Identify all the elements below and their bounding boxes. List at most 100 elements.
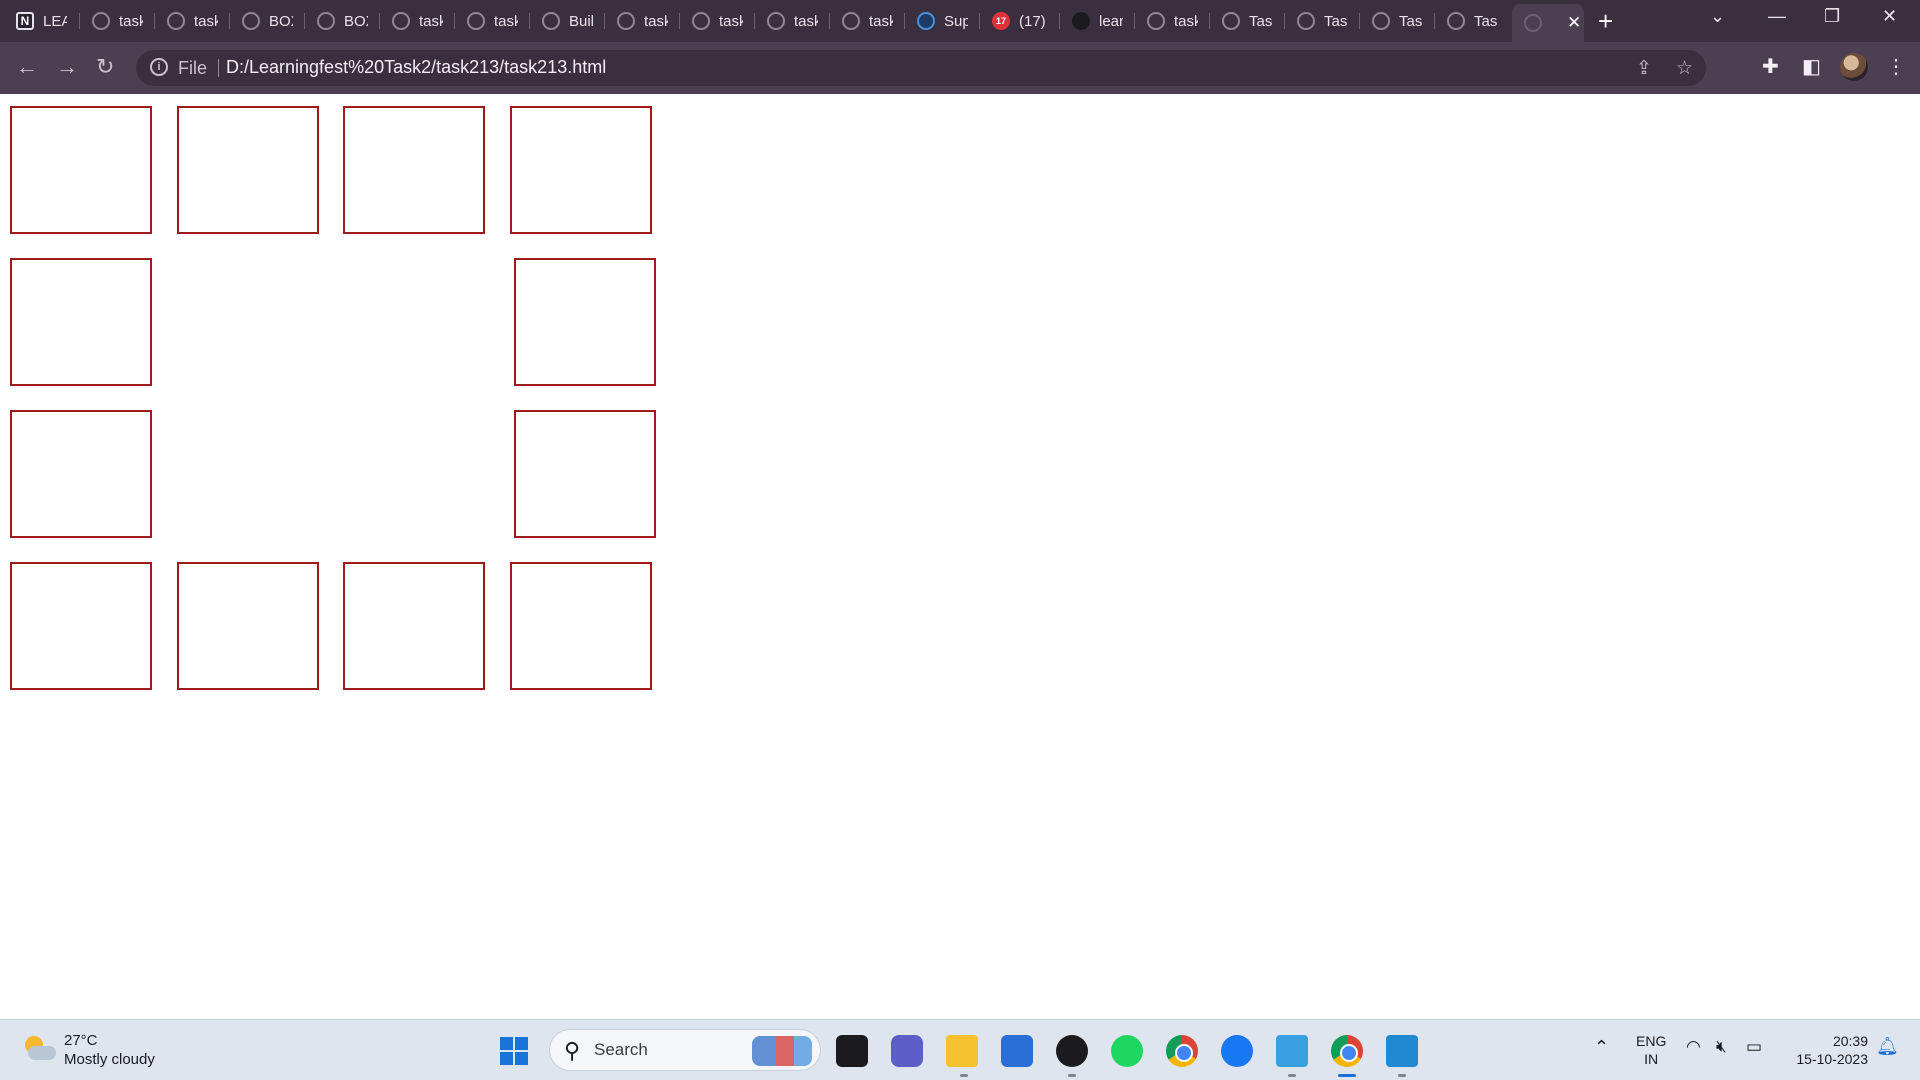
box-right-1: [514, 258, 656, 386]
battery-icon[interactable]: ▭: [1746, 1037, 1762, 1057]
tab-label: Sup: [944, 12, 968, 30]
restore-button[interactable]: ❐: [1824, 6, 1840, 27]
tab-6[interactable]: task: [380, 6, 455, 36]
tab-label: BOX: [269, 12, 293, 30]
tab-15[interactable]: lear: [1060, 6, 1135, 36]
address-bar[interactable]: i File D:/Learningfest%20Task2/task213/t…: [136, 50, 1706, 86]
tab-8[interactable]: Buil: [530, 6, 605, 36]
weather-description[interactable]: Mostly cloudy: [64, 1051, 155, 1068]
file-explorer-icon[interactable]: [946, 1035, 978, 1067]
page-content: [0, 94, 1920, 1019]
running-indicator: [960, 1074, 968, 1077]
tab-1[interactable]: N LEA: [4, 6, 80, 36]
globe-icon: [1372, 12, 1390, 30]
box-bottom-4: [510, 562, 652, 690]
address-divider: [218, 59, 219, 77]
box-bottom-1: [10, 562, 152, 690]
menu-kebab-icon[interactable]: ⋮: [1886, 54, 1906, 80]
chrome-profile-icon[interactable]: [1331, 1035, 1363, 1067]
tab-label: LEA: [43, 12, 67, 30]
back-arrow-icon[interactable]: ←: [16, 54, 38, 80]
tab-16[interactable]: task: [1135, 6, 1210, 36]
box-top-4: [510, 106, 652, 234]
tab-2[interactable]: task: [80, 6, 155, 36]
forward-arrow-icon[interactable]: →: [56, 54, 78, 80]
vscode-icon[interactable]: [1386, 1035, 1418, 1067]
tab-14[interactable]: 17 (17): [980, 6, 1060, 36]
extensions-puzzle-icon[interactable]: ✚: [1762, 54, 1779, 80]
tab-label: Task: [1324, 12, 1348, 30]
tab-label: task: [719, 12, 743, 30]
globe-icon: [617, 12, 635, 30]
globe-icon: [767, 12, 785, 30]
address-url[interactable]: D:/Learningfest%20Task2/task213/task213.…: [226, 57, 606, 78]
side-panel-icon[interactable]: ◧: [1802, 54, 1821, 80]
minimize-button[interactable]: —: [1768, 6, 1786, 27]
tab-label: task: [494, 12, 518, 30]
notepad-icon[interactable]: [1276, 1035, 1308, 1067]
clock[interactable]: 20:39 15-10-2023: [1786, 1032, 1868, 1068]
weather-temperature[interactable]: 27°C: [64, 1032, 98, 1049]
weather-cloudy-icon[interactable]: [22, 1034, 56, 1064]
volume-muted-icon[interactable]: 🔇︎: [1716, 1037, 1727, 1057]
taskbar-search[interactable]: ⚲ Search: [549, 1029, 821, 1071]
tab-5[interactable]: BOX: [305, 6, 380, 36]
tab-18[interactable]: Task: [1285, 6, 1360, 36]
dell-support-icon: [917, 12, 935, 30]
notification-bell-icon[interactable]: 🔔︎: [1876, 1036, 1899, 1057]
share-icon[interactable]: ⇪: [1636, 57, 1652, 80]
scheme-label: File: [178, 58, 208, 78]
dell-app-icon[interactable]: [1056, 1035, 1088, 1067]
active-indicator: [1338, 1074, 1356, 1077]
tab-17[interactable]: Task: [1210, 6, 1285, 36]
tab-label: Task: [1399, 12, 1423, 30]
tab-10[interactable]: task: [680, 6, 755, 36]
tab-13[interactable]: Sup: [905, 6, 980, 36]
box-top-3: [343, 106, 485, 234]
chrome-icon[interactable]: [1166, 1035, 1198, 1067]
windows-start-icon[interactable]: [500, 1037, 528, 1065]
microsoft-store-icon[interactable]: [1001, 1035, 1033, 1067]
tab-label: task: [794, 12, 818, 30]
teams-chat-icon[interactable]: [891, 1035, 923, 1067]
tab-19[interactable]: Task: [1360, 6, 1435, 36]
reload-icon[interactable]: ↻: [96, 54, 114, 80]
tab-11[interactable]: task: [755, 6, 830, 36]
wifi-icon[interactable]: ◠: [1686, 1037, 1701, 1057]
tab-active[interactable]: ✕: [1512, 4, 1584, 42]
info-icon[interactable]: i: [150, 58, 168, 76]
task-view-icon[interactable]: [836, 1035, 868, 1067]
globe-icon: [1524, 14, 1542, 32]
box-top-2: [177, 106, 319, 234]
tab-label: task: [1174, 12, 1198, 30]
region-code: IN: [1644, 1051, 1659, 1067]
tab-7[interactable]: task: [455, 6, 530, 36]
tab-20[interactable]: Task: [1435, 6, 1510, 36]
globe-icon: [242, 12, 260, 30]
tab-4[interactable]: BOX: [230, 6, 305, 36]
tab-label: task: [419, 12, 443, 30]
show-hidden-icons-chevron-icon[interactable]: ⌃: [1594, 1037, 1609, 1058]
globe-icon: [317, 12, 335, 30]
tab-label: task: [869, 12, 893, 30]
profile-avatar[interactable]: [1840, 53, 1868, 81]
language-indicator[interactable]: ENG IN: [1636, 1032, 1666, 1068]
bookmark-star-icon[interactable]: ☆: [1676, 57, 1693, 80]
globe-icon: [1147, 12, 1165, 30]
tab-search-icon[interactable]: ⌄: [1710, 6, 1725, 27]
tab-label: task: [194, 12, 218, 30]
facebook-icon[interactable]: [1221, 1035, 1253, 1067]
running-indicator: [1288, 1074, 1296, 1077]
tab-9[interactable]: task: [605, 6, 680, 36]
language-code: ENG: [1636, 1033, 1667, 1049]
tab-3[interactable]: task: [155, 6, 230, 36]
globe-icon: [1447, 12, 1465, 30]
browser-toolbar: ← → ↻ i File D:/Learningfest%20Task2/tas…: [0, 42, 1920, 94]
close-tab-icon[interactable]: ✕: [1567, 13, 1581, 33]
close-window-button[interactable]: ✕: [1882, 6, 1897, 27]
globe-icon: [392, 12, 410, 30]
tab-12[interactable]: task: [830, 6, 905, 36]
spotify-icon[interactable]: [1111, 1035, 1143, 1067]
new-tab-button[interactable]: +: [1598, 6, 1613, 36]
search-icon: ⚲: [564, 1038, 581, 1063]
